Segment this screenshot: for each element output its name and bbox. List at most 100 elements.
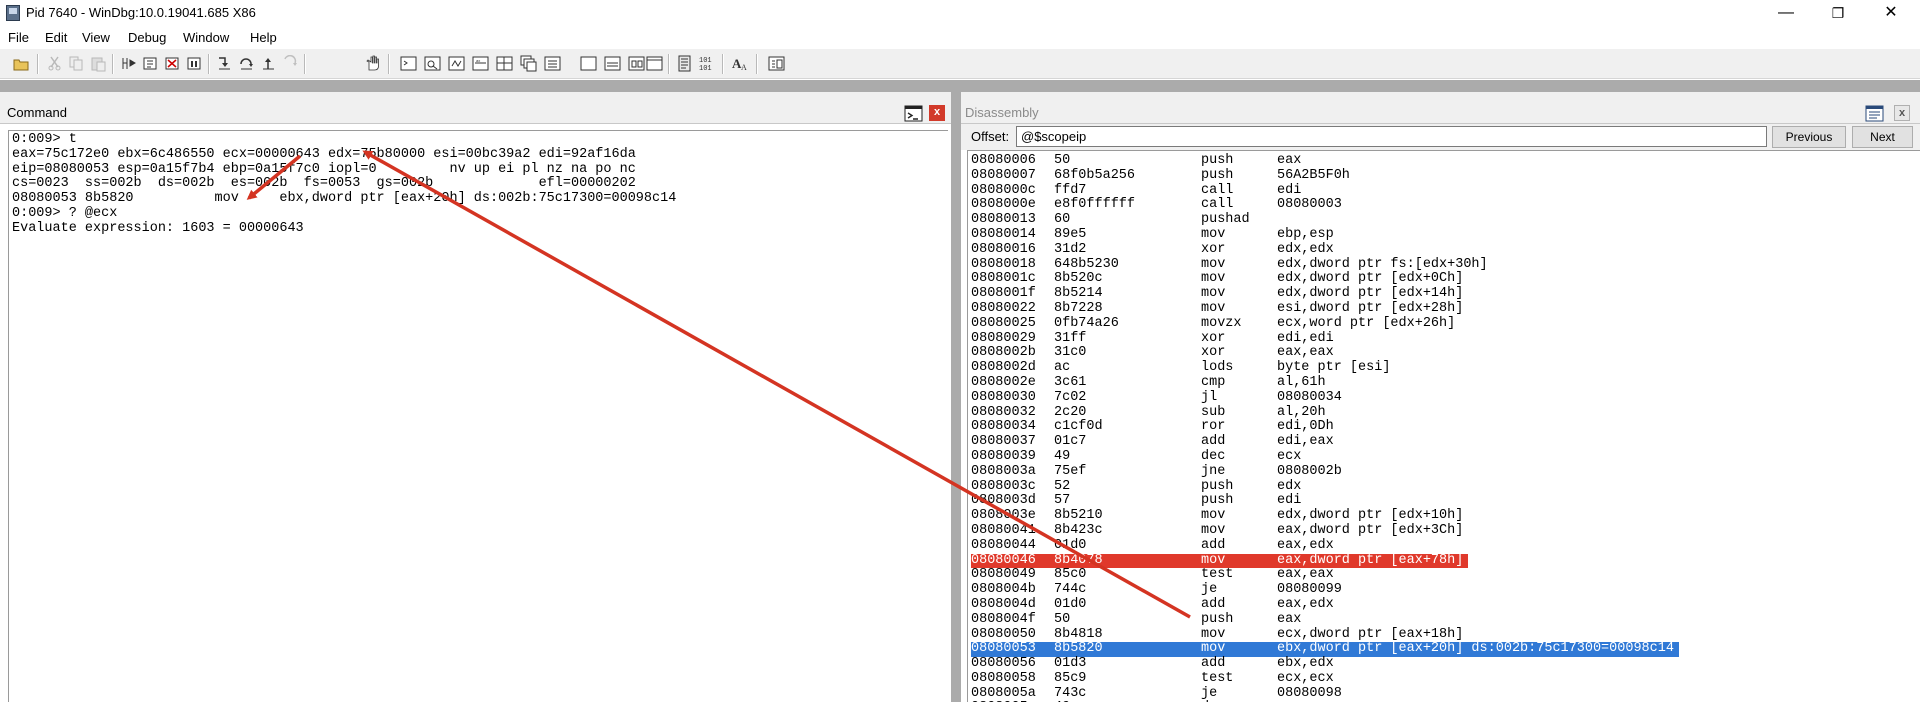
disassembly-row[interactable]: 08080032 2c20 sub al,20h	[968, 404, 1920, 421]
disassembly-row[interactable]: 08080013 60 pushad	[968, 212, 1920, 228]
disassembly-window-icon[interactable]	[1865, 104, 1884, 123]
disassembly-row[interactable]: 08080058 85c9 test ecx,ecx	[968, 670, 1920, 687]
opcode-bytes: 3c61	[1054, 374, 1087, 390]
window-icon[interactable]	[646, 55, 663, 72]
disassembly-row[interactable]: 08080014 89e5 mov ebp,esp	[968, 226, 1920, 243]
disassembly-row[interactable]: 0808002e 3c61 cmp al,61h	[968, 374, 1920, 391]
cut-icon[interactable]	[46, 55, 63, 72]
disassembly-row[interactable]: 0808003e 8b5210 mov edx,dword ptr [edx+10h]	[968, 508, 1920, 524]
command-close-button[interactable]: x	[929, 105, 945, 121]
scratch-pad-icon[interactable]	[580, 55, 597, 72]
threads-icon[interactable]	[628, 55, 645, 72]
menu-view[interactable]: View	[82, 30, 110, 45]
disassembly-row[interactable]: 08080050 8b4818 mov ecx,dword ptr [eax+18h]	[968, 627, 1920, 643]
disassembly-row[interactable]: 0808000e e8f0ffffff call 08080003	[968, 198, 1920, 213]
disassembly-row[interactable]: 08080029 31ff xor edi,edi	[968, 331, 1920, 347]
hand-icon[interactable]	[364, 55, 381, 72]
mnemonic: xor	[1201, 241, 1226, 257]
memory-icon[interactable]	[496, 55, 513, 72]
paste-icon[interactable]	[90, 55, 107, 72]
opcode-bytes: 01d0	[1054, 537, 1087, 553]
go-icon[interactable]	[120, 55, 137, 72]
disassembly-row[interactable]: 0808003a 75ef jne 0808002b	[968, 464, 1920, 480]
locals-icon[interactable]	[448, 55, 465, 72]
copy-icon[interactable]	[68, 55, 85, 72]
hex-mode-icon[interactable]: 101 101	[698, 55, 715, 72]
open-icon[interactable]	[13, 55, 30, 72]
font-icon[interactable]: AA	[732, 55, 749, 72]
source-mode-icon[interactable]	[676, 55, 693, 72]
command-output[interactable]: 0:009> t eax=75c172e0 ebx=6c486550 ecx=00…	[8, 130, 948, 702]
disassembly-row[interactable]: 0808001f 8b5214 mov edx,dword ptr [edx+14h]	[968, 286, 1920, 302]
disassembly-row[interactable]: 08080056 01d3 add ebx,edx	[968, 656, 1920, 672]
menu-debug[interactable]: Debug	[128, 30, 166, 45]
step-over-icon[interactable]	[238, 55, 255, 72]
disassembly-row[interactable]: 08080039 49 dec ecx	[968, 448, 1920, 465]
restart-icon[interactable]	[142, 55, 159, 72]
registers-icon[interactable]: ax	[472, 55, 489, 72]
disassembly-row[interactable]: 0808003c 52 push edx	[968, 479, 1920, 495]
address: 0808000e	[971, 197, 1036, 213]
address: 08080053	[971, 641, 1036, 657]
address: 08080014	[971, 226, 1036, 242]
close-button[interactable]: ✕	[1868, 0, 1914, 27]
disassembly-row[interactable]: 08080007 68f0b5a256 push 56A2B5F0h	[968, 168, 1920, 184]
disassembly-row[interactable]: 08080025 0fb74a26 movzx ecx,word ptr [edx+2…	[968, 315, 1920, 332]
menu-help[interactable]: Help	[250, 30, 277, 45]
opcode-bytes: 49	[1054, 448, 1071, 464]
break-icon[interactable]	[186, 55, 203, 72]
menu-file[interactable]: File	[8, 30, 29, 45]
step-into-icon[interactable]	[216, 55, 233, 72]
disassembly-listing[interactable]: 08080006 50 push eax 08080007 68f0b5a256 push 5…	[967, 150, 1920, 702]
disassembly-row[interactable]: 0808004f 50 push eax	[968, 612, 1920, 628]
disassembly-row[interactable]: 08080006 50 push eax	[968, 153, 1920, 169]
menu-edit[interactable]: Edit	[45, 30, 67, 45]
mnemonic: xor	[1201, 345, 1226, 361]
operands: eax,dword ptr [edx+3Ch]	[1277, 522, 1464, 538]
opcode-bytes: 85c9	[1054, 670, 1087, 686]
disassembly-row[interactable]: 0808004d 01d0 add eax,edx	[968, 597, 1920, 613]
disassembly-row[interactable]: 0808004b 744c je 08080099	[968, 582, 1920, 598]
disassembly-icon[interactable]	[544, 55, 561, 72]
disassembly-row[interactable]: 08080041 8b423c mov eax,dword ptr [edx+3Ch]	[968, 522, 1920, 539]
disassembly-row[interactable]: 08080030 7c02 jl 08080034	[968, 390, 1920, 406]
disassembly-row[interactable]: 08080049 85c0 test eax,eax	[968, 568, 1920, 583]
offset-input[interactable]	[1016, 126, 1767, 147]
disassembly-row[interactable]: 08080018 648b5230 mov edx,dword ptr fs:[edx…	[968, 257, 1920, 273]
previous-button[interactable]: Previous	[1772, 126, 1846, 148]
window-title: Pid 7640 - WinDbg:10.0.19041.685 X86	[26, 5, 256, 20]
stop-icon[interactable]	[164, 55, 181, 72]
command-window-icon[interactable]	[400, 55, 417, 72]
menu-window[interactable]: Window	[183, 30, 229, 45]
disassembly-row[interactable]: 08080034 c1cf0d ror edi,0Dh	[968, 420, 1920, 435]
disassembly-row[interactable]: 08080016 31d2 xor edx,edx	[968, 241, 1920, 258]
mnemonic: je	[1201, 582, 1218, 598]
operands: edx,dword ptr [edx+10h]	[1277, 508, 1464, 524]
disassembly-row[interactable]: 0808000c ffd7 call edi	[968, 183, 1920, 199]
processes-icon[interactable]	[604, 55, 621, 72]
watch-icon[interactable]	[424, 55, 441, 72]
call-stack-icon[interactable]	[520, 55, 537, 72]
opcode-bytes: 0fb74a26	[1054, 315, 1119, 331]
disassembly-row[interactable]: 0808002b 31c0 xor eax,eax	[968, 346, 1920, 361]
run-to-cursor-icon[interactable]	[282, 55, 299, 72]
disassembly-close-button[interactable]: x	[1894, 105, 1910, 121]
command-line: 0:009> t	[12, 132, 77, 147]
disassembly-row[interactable]: 08080022 8b7228 mov esi,dword ptr [edx+28h]	[968, 301, 1920, 317]
disassembly-row[interactable]: 0808001c 8b520c mov edx,dword ptr [edx+0Ch]	[968, 272, 1920, 287]
command-window-icon[interactable]	[904, 104, 923, 123]
disassembly-row[interactable]: 08080044 01d0 add eax,edx	[968, 537, 1920, 554]
options-icon[interactable]	[768, 55, 785, 72]
minimize-button[interactable]: —	[1763, 0, 1809, 27]
disassembly-row-highlighted[interactable]: 08080046 8b4078 mov eax,dword ptr [eax+78h]	[968, 553, 1920, 569]
next-button[interactable]: Next	[1852, 126, 1913, 148]
disassembly-row-highlighted[interactable]: 08080053 8b5820 mov ebx,dword ptr [eax+20h]…	[968, 641, 1920, 658]
mnemonic: pushad	[1201, 212, 1250, 228]
operands: al,20h	[1277, 404, 1326, 420]
disassembly-row[interactable]: 0808005a 743c je 08080098	[968, 686, 1920, 702]
step-out-icon[interactable]	[260, 55, 277, 72]
disassembly-row[interactable]: 08080037 01c7 add edi,eax	[968, 434, 1920, 450]
disassembly-row[interactable]: 0808002d ac lods byte ptr [esi]	[968, 360, 1920, 376]
maximize-button[interactable]: ❐	[1815, 0, 1861, 27]
disassembly-row[interactable]: 0808003d 57 push edi	[968, 494, 1920, 509]
